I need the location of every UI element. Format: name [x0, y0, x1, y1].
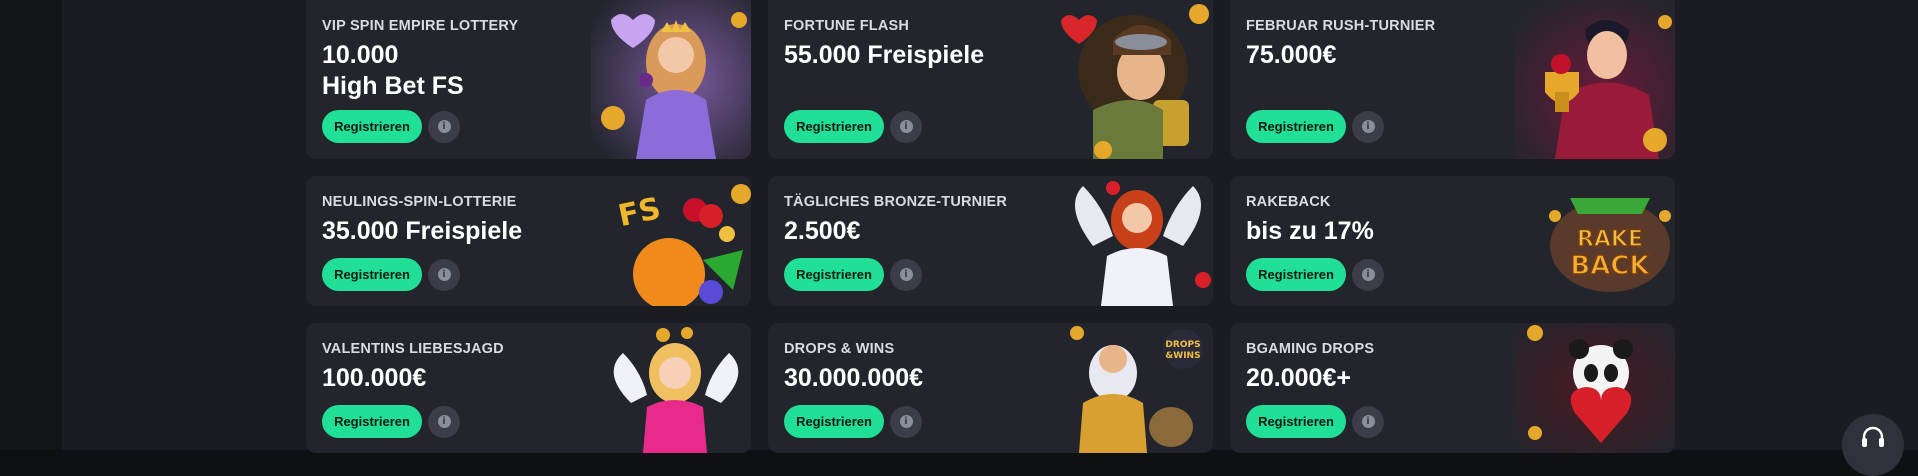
headset-icon	[1860, 426, 1886, 453]
drops-wins-logo-text-2: &WINS	[1165, 351, 1200, 361]
card-title: RAKEBACK	[1246, 194, 1331, 210]
register-button[interactable]: Registrieren	[322, 258, 422, 291]
gentleman-trophy-art	[1515, 0, 1675, 159]
rakeback-badge-art: RAKE BACK	[1515, 176, 1675, 306]
card-prize: 2.500€	[784, 217, 861, 245]
register-button[interactable]: Registrieren	[1246, 405, 1346, 438]
card-prize: 30.000.000€	[784, 364, 924, 392]
info-icon: i	[437, 415, 451, 428]
card-title: FORTUNE FLASH	[784, 18, 910, 34]
card-prize: 10.000 High Bet FS	[322, 41, 464, 100]
info-icon: i	[899, 268, 913, 281]
register-button[interactable]: Registrieren	[784, 258, 884, 291]
zeus-art: DROPS &WINS	[1053, 323, 1213, 453]
card-title: FEBRUAR RUSH-TURNIER	[1246, 18, 1436, 34]
info-button[interactable]: i	[890, 405, 922, 438]
info-icon: i	[1361, 415, 1375, 428]
promo-card-drops-wins[interactable]: DROPS & WINS 30.000.000€ Registrieren i …	[768, 323, 1213, 453]
card-title: VIP SPIN EMPIRE LOTTERY	[322, 18, 519, 34]
info-button[interactable]: i	[428, 405, 460, 438]
promo-card-bgaming-drops[interactable]: BGAMING DROPS 20.000€+ Registrieren i	[1230, 323, 1675, 453]
card-prize: bis zu 17%	[1246, 217, 1374, 245]
card-prize: 20.000€+	[1246, 364, 1351, 392]
info-button[interactable]: i	[890, 110, 922, 143]
promo-card-fortune-flash[interactable]: FORTUNE FLASH 55.000 Freispiele Registri…	[768, 0, 1213, 159]
promo-card-valentins-liebesjagd[interactable]: VALENTINS LIEBESJAGD 100.000€ Registrier…	[306, 323, 751, 453]
promo-card-bronze-turnier[interactable]: TÄGLICHES BRONZE-TURNIER 2.500€ Registri…	[768, 176, 1213, 306]
aviator-girl-art	[1053, 0, 1213, 159]
info-icon: i	[437, 268, 451, 281]
info-button[interactable]: i	[428, 258, 460, 291]
left-sidebar	[0, 0, 62, 450]
queen-hearts-art	[591, 0, 751, 159]
cupid-girl-art	[591, 323, 751, 453]
card-prize: 75.000€	[1246, 41, 1337, 69]
register-button[interactable]: Registrieren	[784, 405, 884, 438]
info-button[interactable]: i	[428, 110, 460, 143]
card-title: TÄGLICHES BRONZE-TURNIER	[784, 194, 1008, 210]
promo-card-neulings-lotterie[interactable]: NEULINGS-SPIN-LOTTERIE 35.000 Freispiele…	[306, 176, 751, 306]
card-title: VALENTINS LIEBESJAGD	[322, 341, 504, 357]
promo-card-vip-spin-empire[interactable]: VIP SPIN EMPIRE LOTTERY 10.000 High Bet …	[306, 0, 751, 159]
card-title: BGAMING DROPS	[1246, 341, 1375, 357]
rakeback-art-text-2: BACK	[1570, 251, 1650, 281]
angel-woman-art	[1053, 176, 1213, 306]
support-chat-button[interactable]	[1842, 414, 1904, 476]
card-prize: 100.000€	[322, 364, 427, 392]
register-button[interactable]: Registrieren	[784, 110, 884, 143]
register-button[interactable]: Registrieren	[322, 110, 422, 143]
card-prize: 35.000 Freispiele	[322, 217, 523, 245]
card-title: DROPS & WINS	[784, 341, 895, 357]
promo-card-februar-rush[interactable]: FEBRUAR RUSH-TURNIER 75.000€ Registriere…	[1230, 0, 1675, 159]
info-icon: i	[437, 120, 451, 133]
card-title: NEULINGS-SPIN-LOTTERIE	[322, 194, 517, 210]
info-icon: i	[899, 120, 913, 133]
register-button[interactable]: Registrieren	[1246, 110, 1346, 143]
info-button[interactable]: i	[890, 258, 922, 291]
tournament-grid: VIP SPIN EMPIRE LOTTERY 10.000 High Bet …	[306, 0, 1675, 453]
rakeback-art-text-1: RAKE	[1577, 227, 1643, 252]
drops-wins-logo-text-1: DROPS	[1165, 340, 1200, 350]
card-prize: 55.000 Freispiele	[784, 41, 985, 69]
info-icon: i	[1361, 120, 1375, 133]
register-button[interactable]: Registrieren	[1246, 258, 1346, 291]
info-button[interactable]: i	[1352, 405, 1384, 438]
info-icon: i	[1361, 268, 1375, 281]
info-icon: i	[899, 415, 913, 428]
info-button[interactable]: i	[1352, 258, 1384, 291]
register-button[interactable]: Registrieren	[322, 405, 422, 438]
promo-card-rakeback[interactable]: RAKEBACK bis zu 17% Registrieren i RAKE …	[1230, 176, 1675, 306]
panda-heart-art	[1515, 323, 1675, 453]
fruits-fs-art: FS	[591, 176, 751, 306]
info-button[interactable]: i	[1352, 110, 1384, 143]
